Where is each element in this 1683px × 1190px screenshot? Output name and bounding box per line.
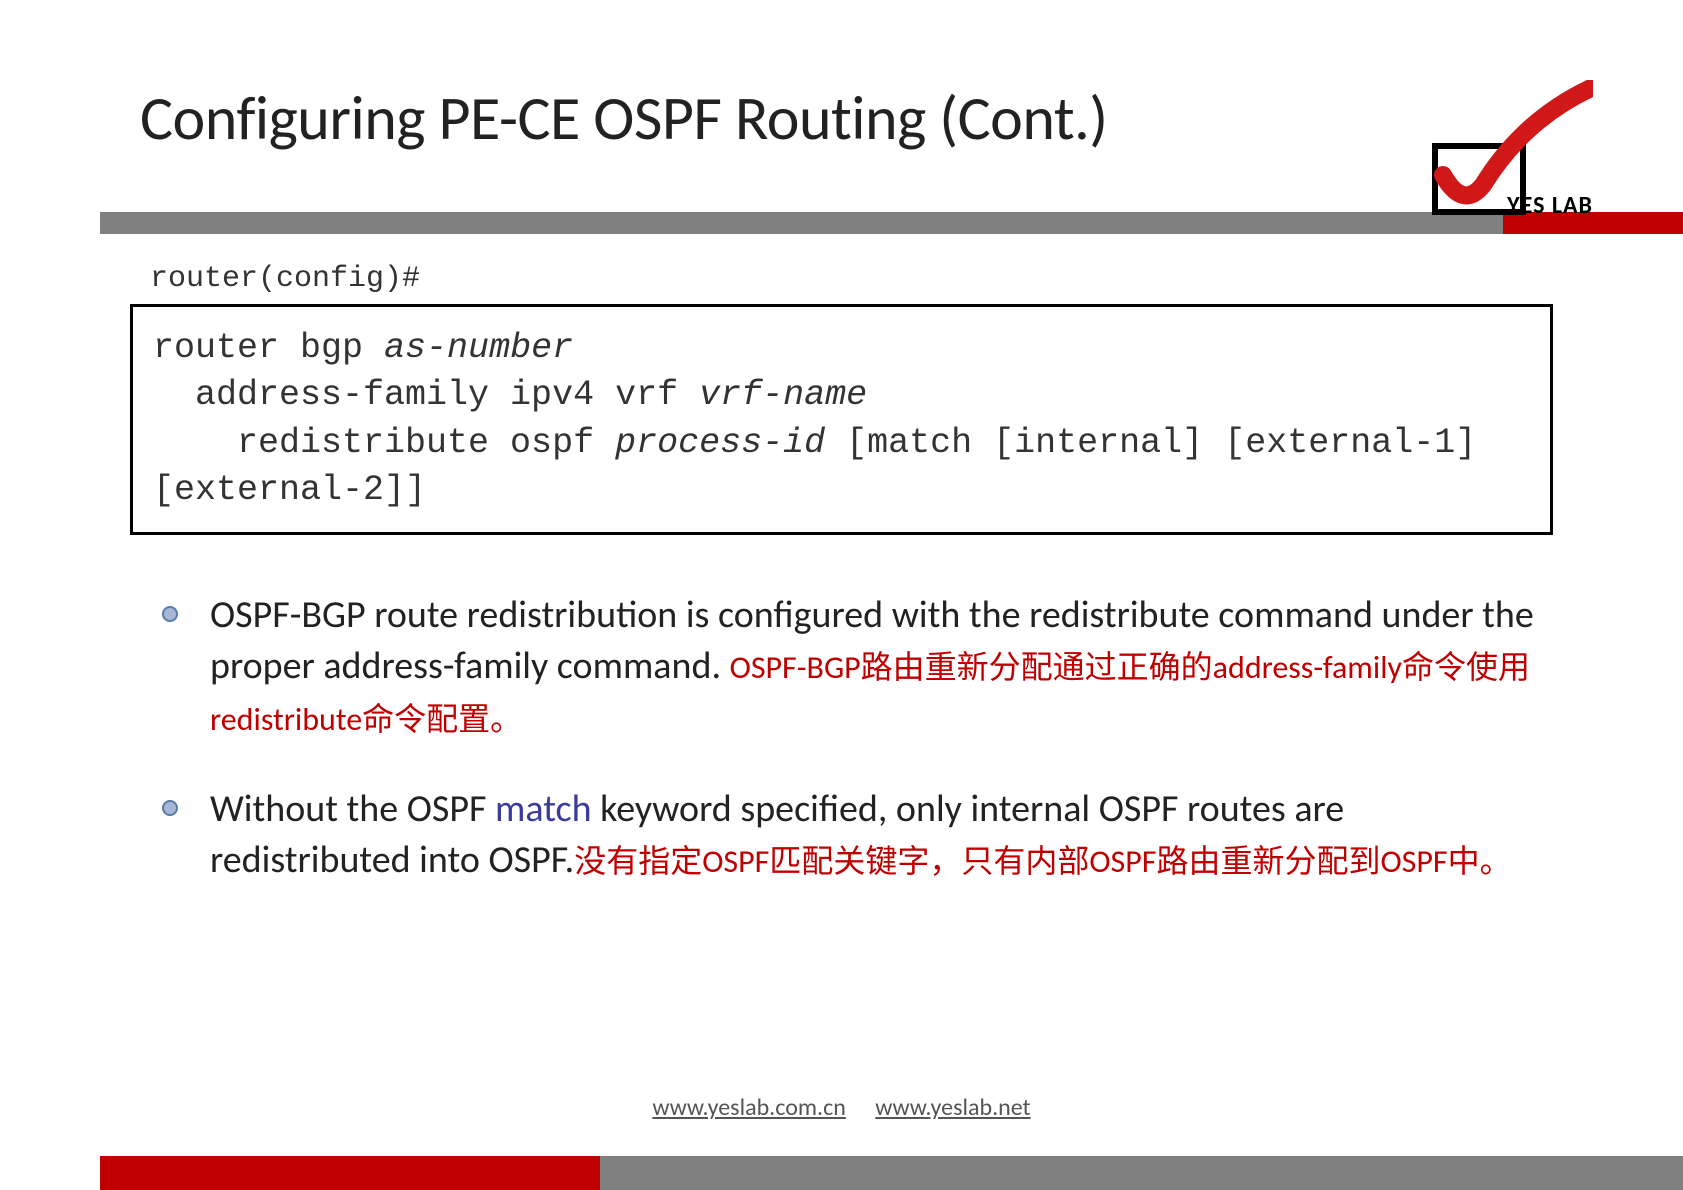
brand-logo-text: YES LAB bbox=[1507, 191, 1593, 220]
code-param: as-number bbox=[384, 328, 573, 368]
code-block: router bgp as-number address-family ipv4… bbox=[130, 304, 1553, 535]
bullet-text: Without the OSPF bbox=[210, 786, 495, 832]
bullet-list: OSPF-BGP route redistribution is configu… bbox=[160, 590, 1543, 886]
footer-gray bbox=[600, 1156, 1683, 1190]
cli-prompt: router(config)# bbox=[150, 262, 1683, 296]
slide-title: Configuring PE-CE OSPF Routing (Cont.) bbox=[140, 80, 1543, 156]
code-param: vrf-name bbox=[699, 375, 867, 415]
footer-divider bbox=[100, 1156, 1683, 1190]
bullet-item-1: OSPF-BGP route redistribution is configu… bbox=[160, 590, 1543, 744]
code-text: address-family ipv4 vrf bbox=[153, 375, 699, 415]
code-line-1: router bgp as-number bbox=[153, 325, 1530, 372]
bullet-item-2: Without the OSPF match keyword specified… bbox=[160, 784, 1543, 887]
code-text: router bgp bbox=[153, 328, 384, 368]
keyword-highlight: match bbox=[495, 786, 592, 832]
slide: Configuring PE-CE OSPF Routing (Cont.) Y… bbox=[0, 0, 1683, 1190]
bullet-dot-icon bbox=[162, 606, 178, 622]
footer-link-1[interactable]: www.yeslab.com.cn bbox=[652, 1093, 845, 1122]
code-line-3: redistribute ospf process-id [match [int… bbox=[153, 420, 1530, 515]
bullet-dot-icon bbox=[162, 800, 178, 816]
code-text: redistribute ospf bbox=[153, 423, 615, 463]
footer-link-2[interactable]: www.yeslab.net bbox=[875, 1093, 1030, 1122]
code-line-2: address-family ipv4 vrf vrf-name bbox=[153, 372, 1530, 419]
code-param: process-id bbox=[615, 423, 825, 463]
bullet-translation: 没有指定OSPF匹配关键字，只有内部OSPF路由重新分配到OSPF中。 bbox=[574, 842, 1511, 881]
divider-gray bbox=[100, 212, 1503, 234]
brand-logo: YES LAB bbox=[1423, 80, 1593, 220]
footer-links: www.yeslab.com.cn www.yeslab.net bbox=[0, 1093, 1683, 1122]
footer-red bbox=[100, 1156, 600, 1190]
title-area: Configuring PE-CE OSPF Routing (Cont.) Y… bbox=[0, 0, 1683, 176]
